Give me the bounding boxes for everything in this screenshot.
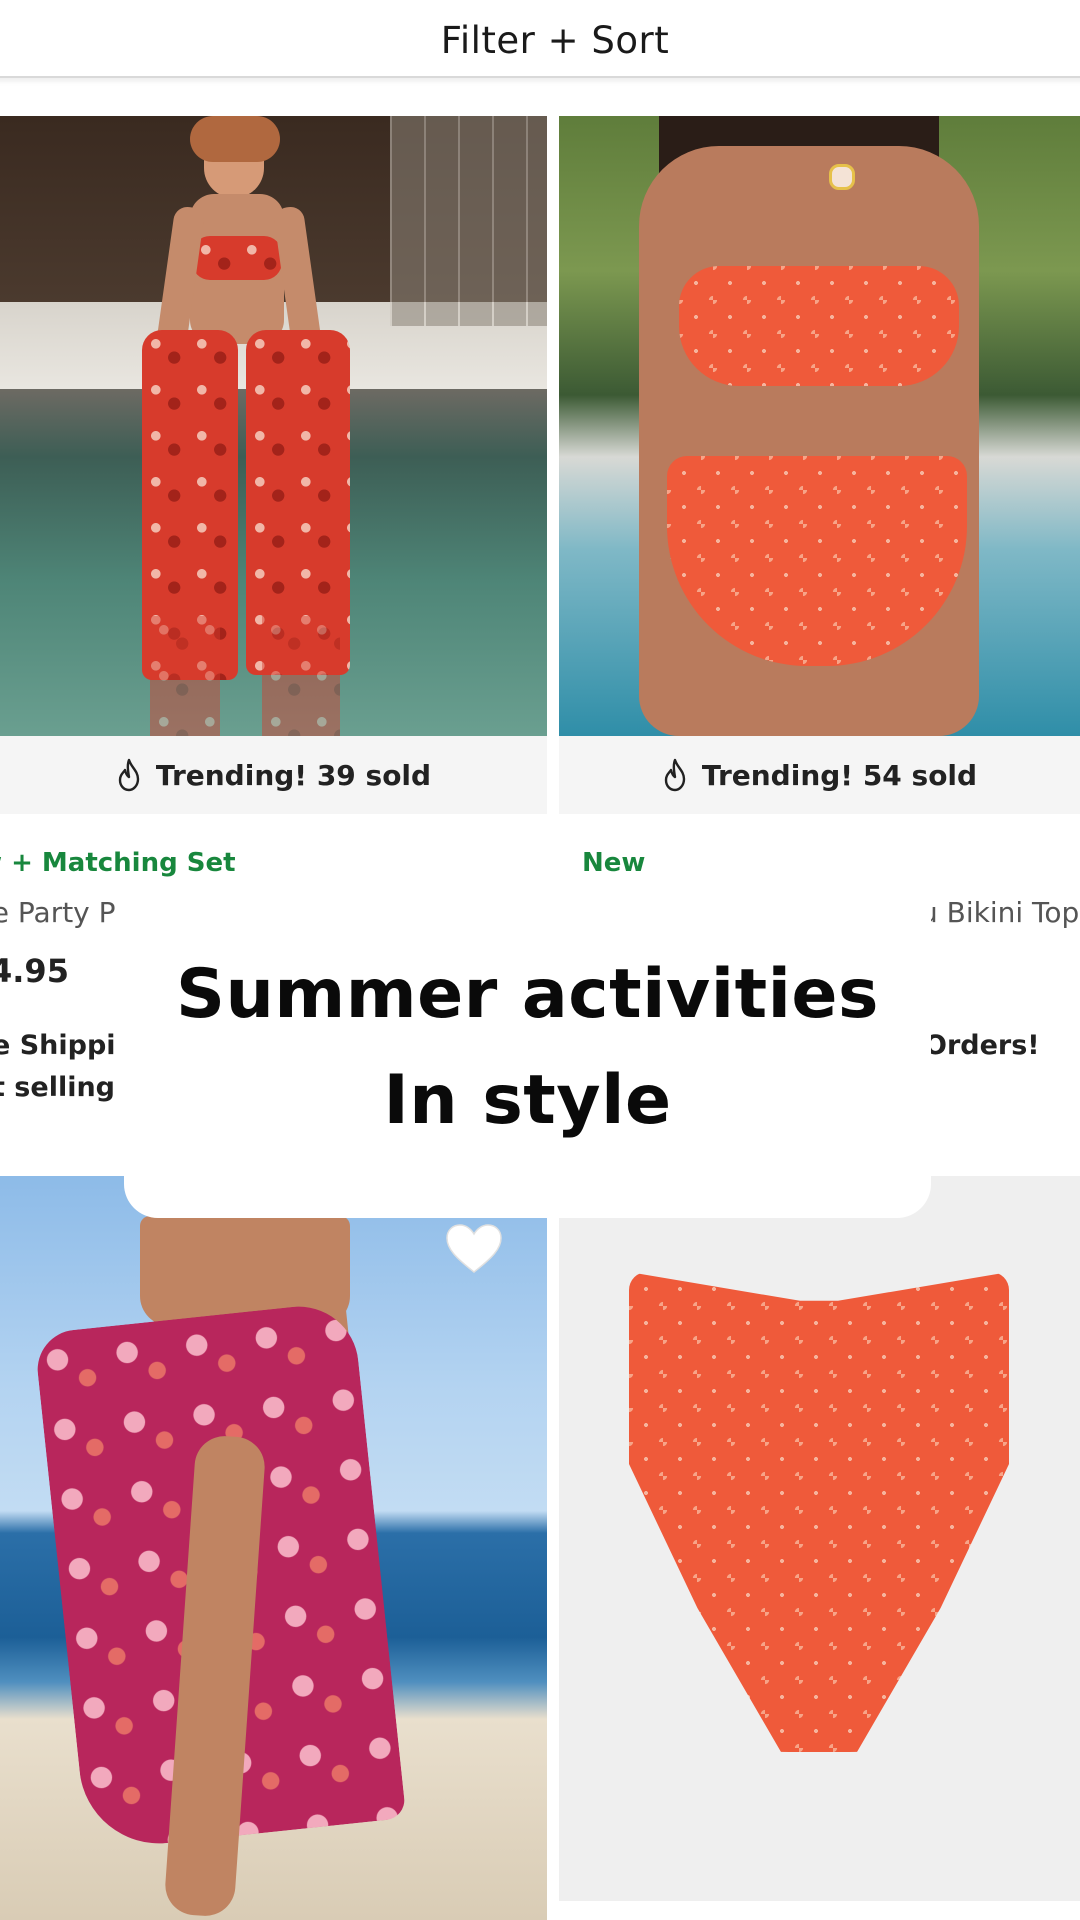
window-grid	[390, 116, 547, 326]
flame-icon	[664, 758, 686, 792]
filter-sort-button[interactable]: Filter + Sort	[0, 0, 1080, 78]
caption-line-2: In style	[383, 1061, 672, 1140]
pants-reflection-right	[262, 616, 340, 736]
promo-text-1a: e Shippi	[0, 1030, 116, 1061]
model-hair	[190, 116, 280, 162]
necklace-pendant	[829, 164, 855, 190]
product-name-1[interactable]: ie Party P	[0, 896, 116, 929]
bikini-top	[192, 236, 282, 280]
trending-badge-2: Trending! 54 sold	[559, 736, 1080, 814]
product-image-2[interactable]	[559, 116, 1080, 736]
product-image-1[interactable]	[0, 116, 547, 736]
bikini-bottom-product	[629, 1272, 1009, 1752]
caption-overlay: Summer activities In style	[124, 878, 931, 1218]
product-image-4[interactable]	[559, 1176, 1080, 1901]
trending-badge-1: Trending! 39 sold	[0, 736, 547, 814]
product-tag-2: New	[582, 848, 646, 878]
product-tag-1: w + Matching Set	[0, 848, 236, 878]
trending-badge-text: Trending! 39 sold	[155, 758, 432, 792]
caption-line-1: Summer activities	[176, 955, 879, 1034]
flame-icon	[118, 758, 140, 792]
filter-sort-label: Filter + Sort	[440, 19, 670, 62]
promo-text-1b: t selling	[0, 1072, 116, 1103]
product-image-3[interactable]	[0, 1176, 547, 1920]
product-name-2[interactable]: u Bikini Top	[920, 896, 1079, 929]
promo-text-2: Orders!	[924, 1030, 1040, 1061]
product-grid-page: Filter + Sort Trending! 39 sold Trending…	[0, 0, 1080, 1920]
product-price-1: 4.95	[0, 952, 69, 990]
bikini-top	[679, 266, 959, 386]
heart-icon[interactable]	[444, 1222, 504, 1276]
pants-reflection-left	[150, 616, 220, 736]
trending-badge-text: Trending! 54 sold	[701, 758, 978, 792]
